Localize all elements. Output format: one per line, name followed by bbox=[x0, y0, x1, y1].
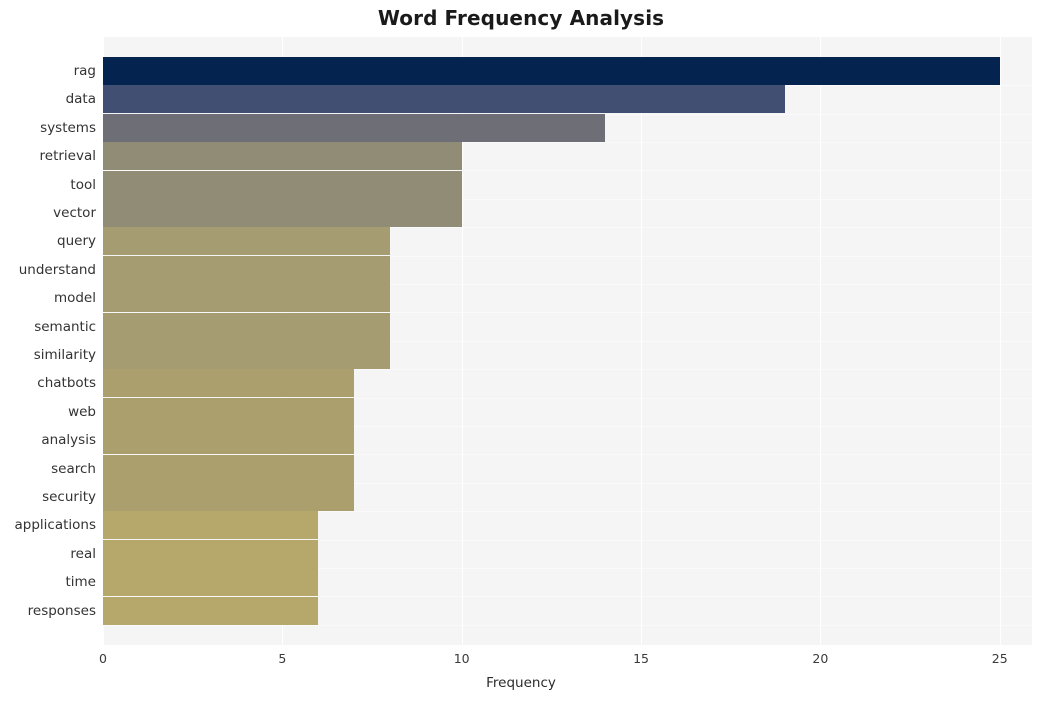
bar-model[interactable] bbox=[103, 284, 390, 313]
x-tick-label: 10 bbox=[453, 651, 470, 666]
x-tick-label: 20 bbox=[812, 651, 829, 666]
y-tick-label-semantic: semantic bbox=[34, 318, 96, 335]
y-tick-label-web: web bbox=[68, 403, 96, 420]
gridline-horizontal bbox=[103, 625, 1032, 626]
bar-analysis[interactable] bbox=[103, 426, 355, 455]
bar-real[interactable] bbox=[103, 539, 319, 568]
y-tick-label-security: security bbox=[42, 489, 96, 506]
gridline-vertical bbox=[820, 37, 822, 645]
y-tick-label-analysis: analysis bbox=[41, 432, 96, 449]
x-tick-label: 15 bbox=[633, 651, 649, 666]
bar-security[interactable] bbox=[103, 483, 355, 512]
bar-similarity[interactable] bbox=[103, 341, 390, 369]
bar-tool[interactable] bbox=[103, 170, 462, 199]
y-tick-label-model: model bbox=[53, 290, 96, 307]
y-tick-label-real: real bbox=[70, 545, 96, 562]
plot-area bbox=[103, 37, 1032, 645]
x-tick-label: 25 bbox=[991, 651, 1008, 666]
y-tick-label-query: query bbox=[57, 233, 96, 250]
y-tick-label-retrieval: retrieval bbox=[39, 148, 96, 165]
y-tick-label-responses: responses bbox=[27, 602, 96, 619]
y-tick-label-similarity: similarity bbox=[33, 347, 96, 363]
x-axis-title: Frequency bbox=[486, 675, 556, 691]
y-tick-label-applications: applications bbox=[14, 517, 96, 534]
bar-systems[interactable] bbox=[103, 113, 606, 142]
gridline-vertical bbox=[641, 37, 643, 645]
x-tick-label: 5 bbox=[278, 651, 287, 666]
bar-chatbots[interactable] bbox=[103, 369, 355, 398]
bar-search[interactable] bbox=[103, 454, 355, 483]
y-tick-label-search: search bbox=[51, 460, 96, 477]
bar-applications[interactable] bbox=[103, 511, 319, 540]
y-tick-label-time: time bbox=[65, 574, 96, 591]
y-tick-label-data: data bbox=[65, 91, 96, 108]
y-tick-label-systems: systems bbox=[40, 119, 96, 136]
x-tick-label: 0 bbox=[99, 651, 107, 666]
y-axis-tick-labels: rag data systems retrieval tool vector query un… bbox=[0, 37, 96, 645]
word-frequency-chart: Word Frequency Analysis rag data systems re… bbox=[0, 0, 1042, 701]
y-tick-label-chatbots: chatbots bbox=[37, 375, 96, 392]
bar-rag[interactable] bbox=[103, 56, 1000, 85]
chart-title: Word Frequency Analysis bbox=[377, 6, 665, 30]
bar-understand[interactable] bbox=[103, 255, 390, 284]
bar-retrieval[interactable] bbox=[103, 142, 462, 171]
y-tick-label-tool: tool bbox=[70, 176, 96, 193]
y-tick-label-understand: understand bbox=[18, 261, 96, 278]
bar-responses[interactable] bbox=[103, 596, 319, 625]
bar-web[interactable] bbox=[103, 397, 355, 426]
bar-time[interactable] bbox=[103, 568, 319, 597]
gridline-vertical bbox=[999, 37, 1001, 645]
y-tick-label-vector: vector bbox=[53, 204, 96, 221]
y-tick-label-rag: rag bbox=[73, 62, 96, 79]
x-axis-tick-labels: 0 5 10 15 20 25 bbox=[0, 645, 1042, 675]
bar-data[interactable] bbox=[103, 85, 785, 114]
bar-query[interactable] bbox=[103, 227, 390, 256]
bar-vector[interactable] bbox=[103, 198, 462, 227]
bar-semantic[interactable] bbox=[103, 312, 390, 341]
